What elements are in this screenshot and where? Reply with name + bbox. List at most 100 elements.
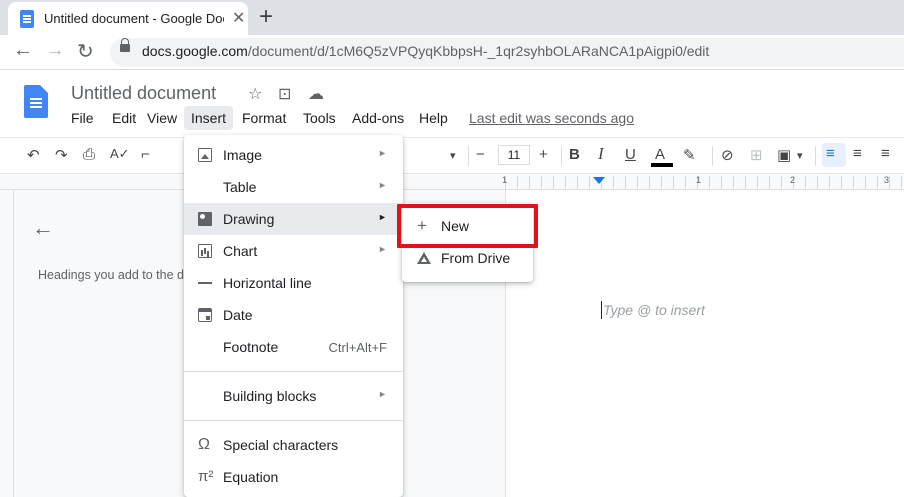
docs-favicon-icon	[20, 10, 34, 28]
menu-item-label: Image	[223, 147, 262, 163]
menu-addons[interactable]: Add-ons	[345, 106, 411, 130]
ruler-ticks	[505, 176, 904, 189]
menu-file[interactable]: File	[64, 106, 101, 130]
close-outline-arrow-icon[interactable]: ←	[32, 215, 54, 241]
insert-building-blocks-item[interactable]: Building blocks ►	[184, 380, 403, 412]
reload-icon[interactable]: ↻	[77, 39, 94, 64]
insert-drawing-item[interactable]: Drawing ►	[184, 203, 403, 235]
menu-item-label: Equation	[223, 469, 279, 485]
undo-icon[interactable]: ↶	[27, 146, 40, 164]
document-page[interactable]	[505, 190, 904, 497]
back-arrow-icon[interactable]: ←	[13, 39, 33, 62]
underline-button[interactable]: U	[625, 146, 636, 163]
image-icon	[198, 148, 212, 162]
insert-equation-item[interactable]: π² Equation	[184, 461, 403, 493]
italic-button[interactable]: I	[598, 144, 604, 164]
menu-insert[interactable]: Insert	[184, 106, 234, 130]
browser-tabstrip: Untitled document - Google Docs ✕ +	[0, 0, 904, 35]
submenu-arrow-icon: ►	[378, 212, 387, 222]
toolbar: ↶ ↷ ⎙ A✓ ⌐ ▾ − + B I U A ✎ ⊘ ⊞ ▣ ▾	[0, 137, 904, 174]
menu-divider	[184, 371, 403, 372]
toolbar-divider	[561, 146, 562, 166]
redo-icon[interactable]: ↷	[55, 146, 68, 164]
menu-edit[interactable]: Edit	[105, 106, 143, 130]
forward-arrow-icon[interactable]: →	[45, 39, 65, 62]
decrease-font-size-button[interactable]: −	[476, 146, 485, 163]
star-icon[interactable]: ☆	[248, 84, 262, 104]
last-edit-link[interactable]: Last edit was seconds ago	[469, 110, 634, 126]
menu-item-label: From Drive	[441, 250, 511, 266]
menu-format[interactable]: Format	[235, 106, 293, 130]
browser-tab[interactable]: Untitled document - Google Docs ✕	[8, 2, 248, 35]
lock-icon[interactable]	[120, 38, 130, 52]
toolbar-divider	[815, 146, 816, 166]
menu-view[interactable]: View	[140, 106, 184, 130]
insert-menu: Image ► Table ► Drawing ► Chart ► Horizo…	[184, 135, 403, 497]
shortcut-label: Ctrl+Alt+F	[328, 340, 387, 355]
add-comment-icon[interactable]: ⊞	[750, 146, 763, 164]
align-right-icon[interactable]: ≡	[881, 145, 890, 162]
red-highlight-box	[397, 204, 538, 248]
insert-image-item[interactable]: Image ►	[184, 139, 403, 171]
insert-date-item[interactable]: Date	[184, 299, 403, 331]
insert-footnote-item[interactable]: Footnote Ctrl+Alt+F	[184, 331, 403, 363]
cloud-status-icon[interactable]: ☁	[308, 84, 324, 104]
menu-divider	[184, 420, 403, 421]
chart-icon	[198, 244, 212, 258]
google-drive-icon	[417, 252, 431, 264]
increase-font-size-button[interactable]: +	[539, 146, 548, 163]
omega-icon: Ω	[198, 436, 210, 453]
ruler-label: 2	[790, 175, 796, 185]
docs-logo-icon[interactable]	[24, 85, 48, 118]
menu-item-label: Date	[223, 307, 253, 323]
url-host: docs.google.com	[142, 43, 248, 59]
text-color-button[interactable]: A	[655, 146, 665, 163]
menu-tools[interactable]: Tools	[296, 106, 343, 130]
close-icon[interactable]: ✕	[232, 8, 245, 28]
image-dropdown-chevron-icon[interactable]: ▾	[797, 149, 803, 162]
print-icon[interactable]: ⎙	[83, 146, 95, 163]
menu-help[interactable]: Help	[412, 106, 455, 130]
insert-chart-item[interactable]: Chart ►	[184, 235, 403, 267]
indent-marker[interactable]	[593, 177, 605, 184]
page-placeholder[interactable]: Type @ to insert	[603, 302, 705, 318]
insert-special-characters-item[interactable]: Ω Special characters	[184, 429, 403, 461]
font-dropdown-chevron-icon[interactable]: ▾	[450, 149, 456, 162]
toolbar-divider	[712, 146, 713, 166]
ruler-label: 1	[696, 175, 702, 185]
align-left-icon[interactable]: ≡	[826, 145, 835, 162]
toolbar-divider	[468, 146, 469, 166]
url-path: /document/d/1cM6Q5zVPQyqKbbpsH-_1qr2syhb…	[247, 43, 710, 59]
insert-horizontal-line-item[interactable]: Horizontal line	[184, 267, 403, 299]
bold-button[interactable]: B	[569, 146, 580, 163]
tab-title: Untitled document - Google Docs	[44, 11, 224, 26]
drawing-icon	[198, 212, 212, 226]
ruler-label: 1	[502, 175, 508, 185]
menu-item-label: Footnote	[223, 339, 279, 355]
paint-format-icon[interactable]: ⌐	[141, 146, 150, 163]
horizontal-line-icon	[198, 276, 212, 290]
text-color-swatch	[651, 163, 673, 167]
pi-icon: π²	[198, 468, 214, 485]
menu-item-label: Building blocks	[223, 388, 317, 404]
url-text[interactable]: docs.google.com/document/d/1cM6Q5zVPQyqK…	[142, 43, 709, 59]
submenu-arrow-icon: ►	[378, 244, 387, 254]
font-size-input[interactable]: 11	[498, 145, 530, 165]
align-center-icon[interactable]: ≡	[853, 145, 862, 162]
submenu-arrow-icon: ►	[378, 180, 387, 190]
insert-link-icon[interactable]: ⊘	[721, 146, 734, 164]
menu-item-label: Special characters	[223, 437, 339, 453]
date-icon	[198, 308, 212, 322]
spellcheck-icon[interactable]: A✓	[110, 146, 130, 162]
menu-item-label: Drawing	[223, 211, 275, 227]
document-title[interactable]: Untitled document	[71, 83, 216, 104]
insert-table-item[interactable]: Table ►	[184, 171, 403, 203]
highlight-color-icon[interactable]: ✎	[683, 146, 696, 164]
menu-item-label: Horizontal line	[223, 275, 312, 291]
vertical-ruler	[0, 190, 14, 497]
ruler-label: 3	[884, 175, 890, 185]
new-tab-icon[interactable]: +	[259, 3, 273, 31]
folder-move-icon[interactable]: ⊡	[278, 84, 291, 104]
outline-hint: Headings you add to the document will ap…	[38, 268, 188, 282]
insert-image-icon[interactable]: ▣	[777, 146, 791, 164]
